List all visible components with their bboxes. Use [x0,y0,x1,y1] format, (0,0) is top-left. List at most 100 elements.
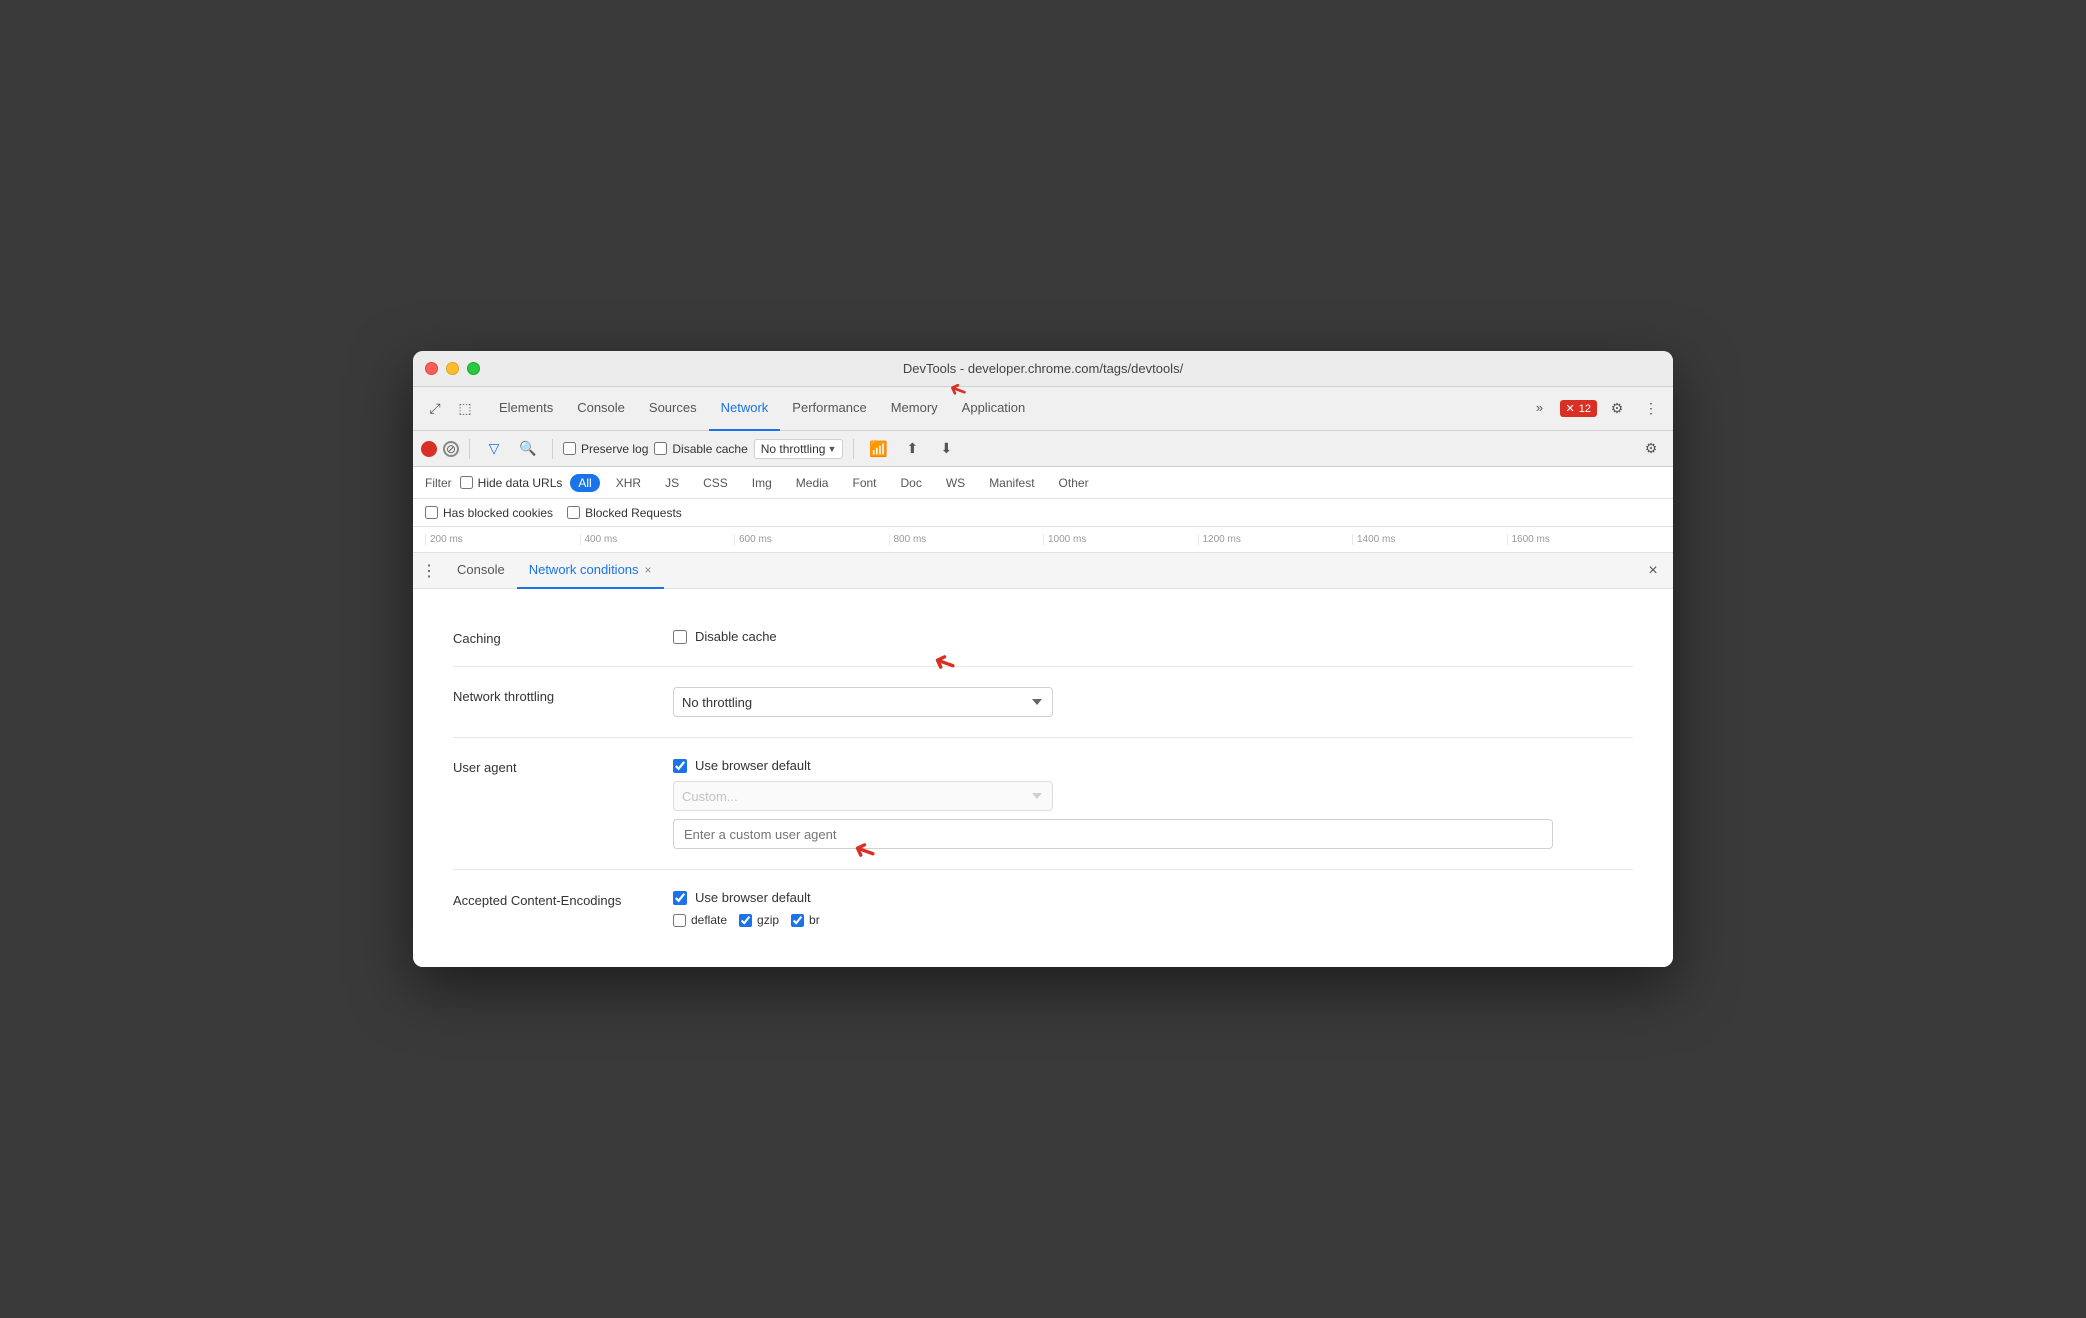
tab-memory[interactable]: Memory ➜ [879,387,950,431]
blocked-requests[interactable]: Blocked Requests [567,506,682,520]
disable-cache-label[interactable]: Disable cache [654,442,747,456]
filter-img[interactable]: Img [744,474,780,492]
filter-label: Filter [425,476,452,490]
filter-css[interactable]: CSS [695,474,736,492]
custom-ua-input[interactable] [673,819,1553,849]
preserve-log-checkbox[interactable] [563,442,576,455]
ruler-mark-1600: 1600 ms [1507,534,1662,545]
ruler-mark-400: 400 ms [580,534,735,545]
filter-font[interactable]: Font [844,474,884,492]
filter-icon[interactable]: ▽ [480,435,508,463]
network-conditions-panel: Caching Disable cache Network throttling… [413,589,1673,967]
disable-cache-control[interactable]: Disable cache [673,629,1633,644]
use-browser-default-ua-checkbox[interactable] [673,759,687,773]
tab-close-icon[interactable]: × [645,563,652,577]
throttle-control[interactable]: No throttling ▼ [754,439,844,459]
filter-all[interactable]: All [570,474,599,492]
bottom-panel-tabs: ⋮ Console Network conditions × × [413,553,1673,589]
panel-close-button[interactable]: × [1641,559,1665,583]
use-browser-default-enc-checkbox[interactable] [673,891,687,905]
ruler-mark-800: 800 ms [889,534,1044,545]
has-blocked-cookies[interactable]: Has blocked cookies [425,506,553,520]
search-button[interactable]: 🔍 [514,435,542,463]
device-toolbar-icon[interactable]: ⬚ [451,395,479,423]
divider2 [552,439,553,459]
tab-elements[interactable]: Elements [487,387,565,431]
blocked-requests-checkbox[interactable] [567,506,580,519]
upload-icon[interactable]: ⬆ [898,435,926,463]
record-button[interactable] [421,441,437,457]
wifi-conditions-icon[interactable]: 📶 [864,435,892,463]
filter-xhr[interactable]: XHR [608,474,649,492]
caching-content: Disable cache [673,629,1633,644]
user-agent-content: Use browser default Custom... [673,758,1633,849]
maximize-button[interactable] [467,362,480,375]
network-settings-icon[interactable]: ⚙ [1637,435,1665,463]
settings-button[interactable]: ⚙ [1603,395,1631,423]
titlebar: DevTools - developer.chrome.com/tags/dev… [413,351,1673,387]
gzip-checkbox[interactable] [739,914,752,927]
tab-network[interactable]: Network [709,387,781,431]
filter-media[interactable]: Media [788,474,837,492]
ruler-marks: 200 ms 400 ms 600 ms 800 ms 1000 ms 1200… [425,534,1661,545]
error-icon: ✕ [1566,402,1575,415]
accepted-encodings-label: Accepted Content-Encodings [453,890,673,910]
error-badge[interactable]: ✕ 12 [1560,400,1597,417]
ruler-mark-1200: 1200 ms [1198,534,1353,545]
more-tabs-button[interactable]: » [1526,387,1554,431]
has-blocked-cookies-checkbox[interactable] [425,506,438,519]
devtools-window: DevTools - developer.chrome.com/tags/dev… [413,351,1673,967]
gear-icon: ⚙ [1611,400,1624,417]
close-icon: × [1648,562,1657,580]
caching-label: Caching [453,629,673,646]
ruler-mark-600: 600 ms [734,534,889,545]
download-icon[interactable]: ⬇ [932,435,960,463]
network-toolbar: ⊘ ▽ 🔍 Preserve log Disable cache No thro… [413,431,1673,467]
gear-icon-sm: ⚙ [1645,440,1658,457]
preserve-log-label[interactable]: Preserve log [563,442,648,456]
hide-data-urls[interactable]: Hide data URLs [460,476,563,490]
deflate-label[interactable]: deflate [673,913,727,927]
use-browser-default-ua[interactable]: Use browser default [673,758,1633,773]
divider3 [853,439,854,459]
gzip-label[interactable]: gzip [739,913,779,927]
cursor-icon[interactable]: ⤢ [421,395,449,423]
minimize-button[interactable] [446,362,459,375]
tab-performance[interactable]: Performance [780,387,878,431]
filter-doc[interactable]: Doc [893,474,930,492]
filter-other[interactable]: Other [1051,474,1097,492]
tab-end-controls: » ✕ 12 ⚙ ⋮ [1526,387,1665,431]
deflate-checkbox[interactable] [673,914,686,927]
devtools-tabbar: ⤢ ⬚ Elements Console Sources Network Per… [413,387,1673,431]
hide-data-urls-checkbox[interactable] [460,476,473,489]
clear-button[interactable]: ⊘ [443,441,459,457]
filter-bar: Filter Hide data URLs All XHR JS CSS Img… [413,467,1673,499]
bottom-tab-network-conditions[interactable]: Network conditions × [517,553,664,589]
ruler-mark-1400: 1400 ms [1352,534,1507,545]
tab-console[interactable]: Console [565,387,637,431]
filter-row-2: Has blocked cookies Blocked Requests [413,499,1673,527]
tab-application[interactable]: Application [950,387,1038,431]
throttling-select[interactable]: No throttling Fast 3G Slow 3G Offline Cu… [673,687,1053,717]
br-label[interactable]: br [791,913,820,927]
more-options-button[interactable]: ⋮ [1637,395,1665,423]
throttling-row: Network throttling No throttling Fast 3G… [453,667,1633,738]
bottom-tab-console[interactable]: Console [445,553,517,589]
disable-cache-checkbox[interactable] [654,442,667,455]
bottom-panel: ⋮ Console Network conditions × × Caching… [413,553,1673,967]
custom-ua-select[interactable]: Custom... [673,781,1053,811]
disable-cache-nc-checkbox[interactable] [673,630,687,644]
devtools-icons: ⤢ ⬚ [421,395,479,423]
ruler-mark-1000: 1000 ms [1043,534,1198,545]
use-browser-default-enc[interactable]: Use browser default [673,890,1633,905]
filter-js[interactable]: JS [657,474,687,492]
user-agent-label: User agent [453,758,673,775]
br-checkbox[interactable] [791,914,804,927]
panel-drag-handle[interactable]: ⋮ [421,561,437,581]
filter-ws[interactable]: WS [938,474,973,492]
filter-manifest[interactable]: Manifest [981,474,1042,492]
vertical-dots-icon: ⋮ [1644,400,1658,417]
close-button[interactable] [425,362,438,375]
tab-sources[interactable]: Sources [637,387,709,431]
timeline-ruler: 200 ms 400 ms 600 ms 800 ms 1000 ms 1200… [413,527,1673,553]
